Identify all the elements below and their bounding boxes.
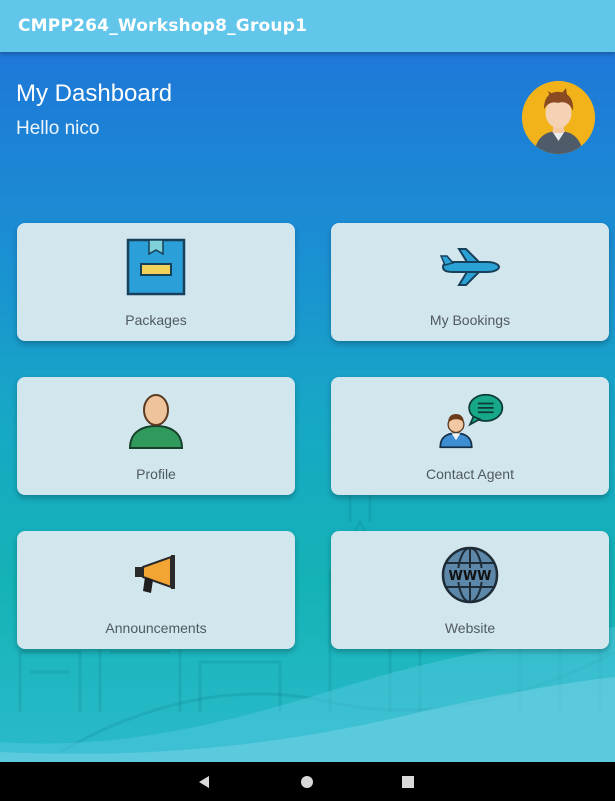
system-navigation-bar	[0, 762, 615, 801]
tile-packages[interactable]: Packages	[17, 223, 295, 341]
user-avatar[interactable]	[522, 81, 595, 154]
person-icon	[121, 389, 191, 453]
recents-icon	[402, 775, 414, 788]
tile-label: Website	[444, 620, 496, 636]
agent-chat-icon	[435, 389, 505, 453]
app-title: CMPP264_Workshop8_Group1	[18, 16, 308, 36]
avatar-person-icon	[522, 81, 595, 154]
tile-profile[interactable]: Profile	[17, 377, 295, 495]
tile-label: Packages	[125, 312, 187, 328]
dashboard-screen: My Dashboard Hello nico Packages My Book…	[0, 52, 615, 762]
tile-announcements[interactable]: Announcements	[17, 531, 295, 649]
airplane-icon	[435, 235, 505, 299]
app-bar: CMPP264_Workshop8_Group1	[0, 0, 615, 52]
tile-label: My Bookings	[429, 312, 511, 328]
svg-text:WWW: WWW	[448, 569, 491, 584]
tile-website[interactable]: WWW Website	[331, 531, 609, 649]
tile-label: Contact Agent	[426, 466, 514, 482]
back-icon	[199, 775, 209, 788]
tile-contact-agent[interactable]: Contact Agent	[331, 377, 609, 495]
greeting-text: Hello nico	[16, 118, 100, 139]
www-globe-icon: WWW	[435, 543, 505, 607]
tile-label: Profile	[136, 466, 176, 482]
home-icon	[301, 775, 313, 788]
package-box-icon	[121, 235, 191, 299]
back-button[interactable]	[184, 762, 224, 801]
home-button[interactable]	[287, 762, 327, 801]
tile-my-bookings[interactable]: My Bookings	[331, 223, 609, 341]
megaphone-icon	[121, 543, 191, 607]
recents-button[interactable]	[388, 762, 428, 801]
tile-label: Announcements	[105, 620, 207, 636]
dashboard-title: My Dashboard	[16, 80, 173, 107]
